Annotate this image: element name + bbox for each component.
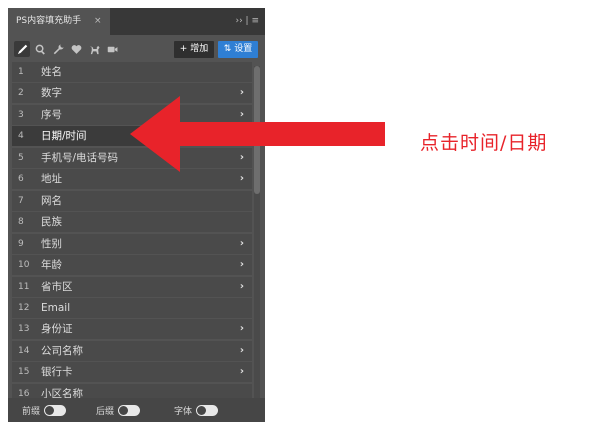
wrench-icon[interactable] <box>50 41 66 57</box>
list-item-number: 5 <box>18 152 24 163</box>
list-item-number: 14 <box>18 345 30 356</box>
prefix-toggle-group[interactable]: 前缀 <box>22 402 67 418</box>
list-item[interactable]: 12 Email <box>12 297 252 318</box>
list-item-number: 10 <box>18 260 30 271</box>
search-icon[interactable] <box>32 41 48 57</box>
list-item-label: 姓名 <box>41 66 62 78</box>
list-item-label: 年龄 <box>41 259 62 272</box>
list-item-label: 地址 <box>41 173 62 186</box>
list-item-number: 13 <box>18 324 30 335</box>
chevron-right-icon[interactable]: › <box>240 169 244 189</box>
chevron-right-icon[interactable]: › <box>240 277 244 297</box>
chevron-right-icon[interactable]: › <box>240 255 244 275</box>
list-item-label: 手机号/电话号码 <box>41 151 119 164</box>
font-label: 字体 <box>174 406 193 417</box>
annotation-text: 点击时间/日期 <box>420 132 548 154</box>
list-item-label: 省市区 <box>41 280 73 293</box>
list-item-number: 2 <box>18 88 24 99</box>
chevron-right-icon[interactable]: › <box>240 341 244 361</box>
list-item-label: 网名 <box>41 194 62 207</box>
list-item-label: 公司名称 <box>41 344 83 357</box>
toggle-knob <box>119 405 129 415</box>
list-item-label: 日期/时间 <box>41 130 87 143</box>
toggle-knob <box>45 405 55 415</box>
list-item[interactable]: 1 姓名 <box>12 62 252 82</box>
suffix-label: 后缀 <box>96 406 115 417</box>
list-item-number: 7 <box>18 195 24 206</box>
list-item-number: 9 <box>18 238 24 249</box>
list-item-number: 6 <box>18 174 24 185</box>
add-button[interactable]: + 增加 <box>174 41 214 58</box>
list-item[interactable]: 14 公司名称 › <box>12 340 252 361</box>
list-item-label: 身份证 <box>41 323 73 336</box>
list-item-number: 12 <box>18 302 30 313</box>
list-item-number: 15 <box>18 367 30 378</box>
plugin-panel: PS内容填充助手 × ›› | ≡ + 增加 ⇅ 设置 1 姓名 2 数字 › 3 序号 › 4… <box>8 8 265 422</box>
font-toggle-group[interactable]: 字体 <box>174 402 219 418</box>
list-item-number: 1 <box>18 67 24 77</box>
list-item[interactable]: 9 性别 › <box>12 233 252 254</box>
list-item-label: 数字 <box>41 87 62 100</box>
list-item-number: 11 <box>18 281 30 292</box>
red-arrow-icon <box>130 96 385 172</box>
list-item[interactable]: 6 地址 › <box>12 169 252 190</box>
list-item-number: 4 <box>18 131 24 142</box>
list-item-label: 性别 <box>41 237 62 250</box>
dog-icon[interactable] <box>86 41 102 57</box>
panel-title-bar: PS内容填充助手 × ›› | ≡ <box>8 8 265 35</box>
list-item-label: 序号 <box>41 108 62 121</box>
list-item[interactable]: 10 年龄 › <box>12 255 252 276</box>
panel-tab-title: PS内容填充助手 <box>16 16 82 26</box>
list-item-number: 3 <box>18 109 24 120</box>
list-item-label: 银行卡 <box>41 366 73 379</box>
suffix-toggle[interactable] <box>118 404 141 416</box>
list-item-label: 民族 <box>41 216 62 229</box>
settings-button[interactable]: ⇅ 设置 <box>218 41 258 58</box>
chevron-right-icon[interactable]: › <box>240 319 244 339</box>
arrow-shape <box>130 96 385 172</box>
pen-icon[interactable] <box>14 41 30 57</box>
close-icon[interactable]: × <box>94 16 102 26</box>
panel-menu-icon[interactable]: ›› | ≡ <box>236 8 260 35</box>
prefix-toggle[interactable] <box>44 404 67 416</box>
heart-icon[interactable] <box>68 41 84 57</box>
list-item[interactable]: 7 网名 <box>12 190 252 211</box>
chevron-right-icon[interactable]: › <box>240 234 244 254</box>
suffix-toggle-group[interactable]: 后缀 <box>96 402 141 418</box>
prefix-label: 前缀 <box>22 406 41 417</box>
font-toggle[interactable] <box>196 404 219 416</box>
video-icon[interactable] <box>104 41 120 57</box>
list-item[interactable]: 8 民族 <box>12 212 252 233</box>
chevron-right-icon[interactable]: › <box>240 362 244 382</box>
list-item-number: 8 <box>18 217 24 228</box>
footer: 前缀 后缀 字体 <box>8 398 265 422</box>
panel-tab[interactable]: PS内容填充助手 × <box>8 8 110 35</box>
list-item-label: Email <box>41 301 71 314</box>
toggle-knob <box>197 405 207 415</box>
list-item[interactable]: 11 省市区 › <box>12 276 252 297</box>
list-item[interactable]: 15 银行卡 › <box>12 362 252 383</box>
list-item[interactable]: 13 身份证 › <box>12 319 252 340</box>
